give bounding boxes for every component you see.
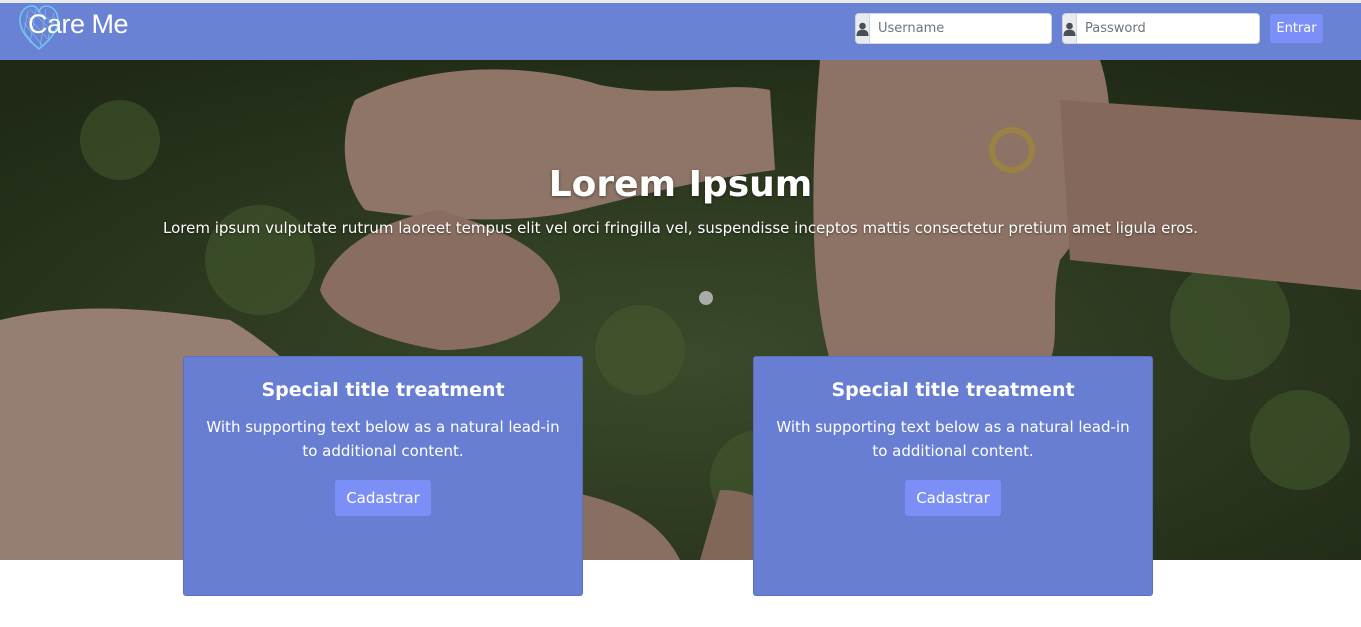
brand-name: Care Me [28,9,129,39]
navbar: Care Me Entrar [0,3,1361,60]
cadastrar-button[interactable]: Cadastrar [905,480,1001,516]
card-text: With supporting text below as a natural … [776,418,1130,460]
username-group [855,13,1052,44]
user-icon [856,14,870,43]
hero-title: Lorem Ipsum [548,164,813,205]
card-right: Special title treatment With supporting … [753,356,1153,596]
username-input[interactable] [870,14,1051,43]
card-text: With supporting text below as a natural … [206,418,560,460]
card-left: Special title treatment With supporting … [183,356,583,596]
card-title: Special title treatment [261,379,505,401]
password-input[interactable] [1077,14,1259,43]
cadastrar-button[interactable]: Cadastrar [335,480,431,516]
entrar-button[interactable]: Entrar [1270,14,1323,43]
hero-subtitle: Lorem ipsum vulputate rutrum laoreet tem… [163,219,1198,237]
user-icon [1063,14,1077,43]
brand-logo[interactable]: Care Me [16,3,129,57]
card-title: Special title treatment [831,379,1075,401]
password-group [1062,13,1260,44]
